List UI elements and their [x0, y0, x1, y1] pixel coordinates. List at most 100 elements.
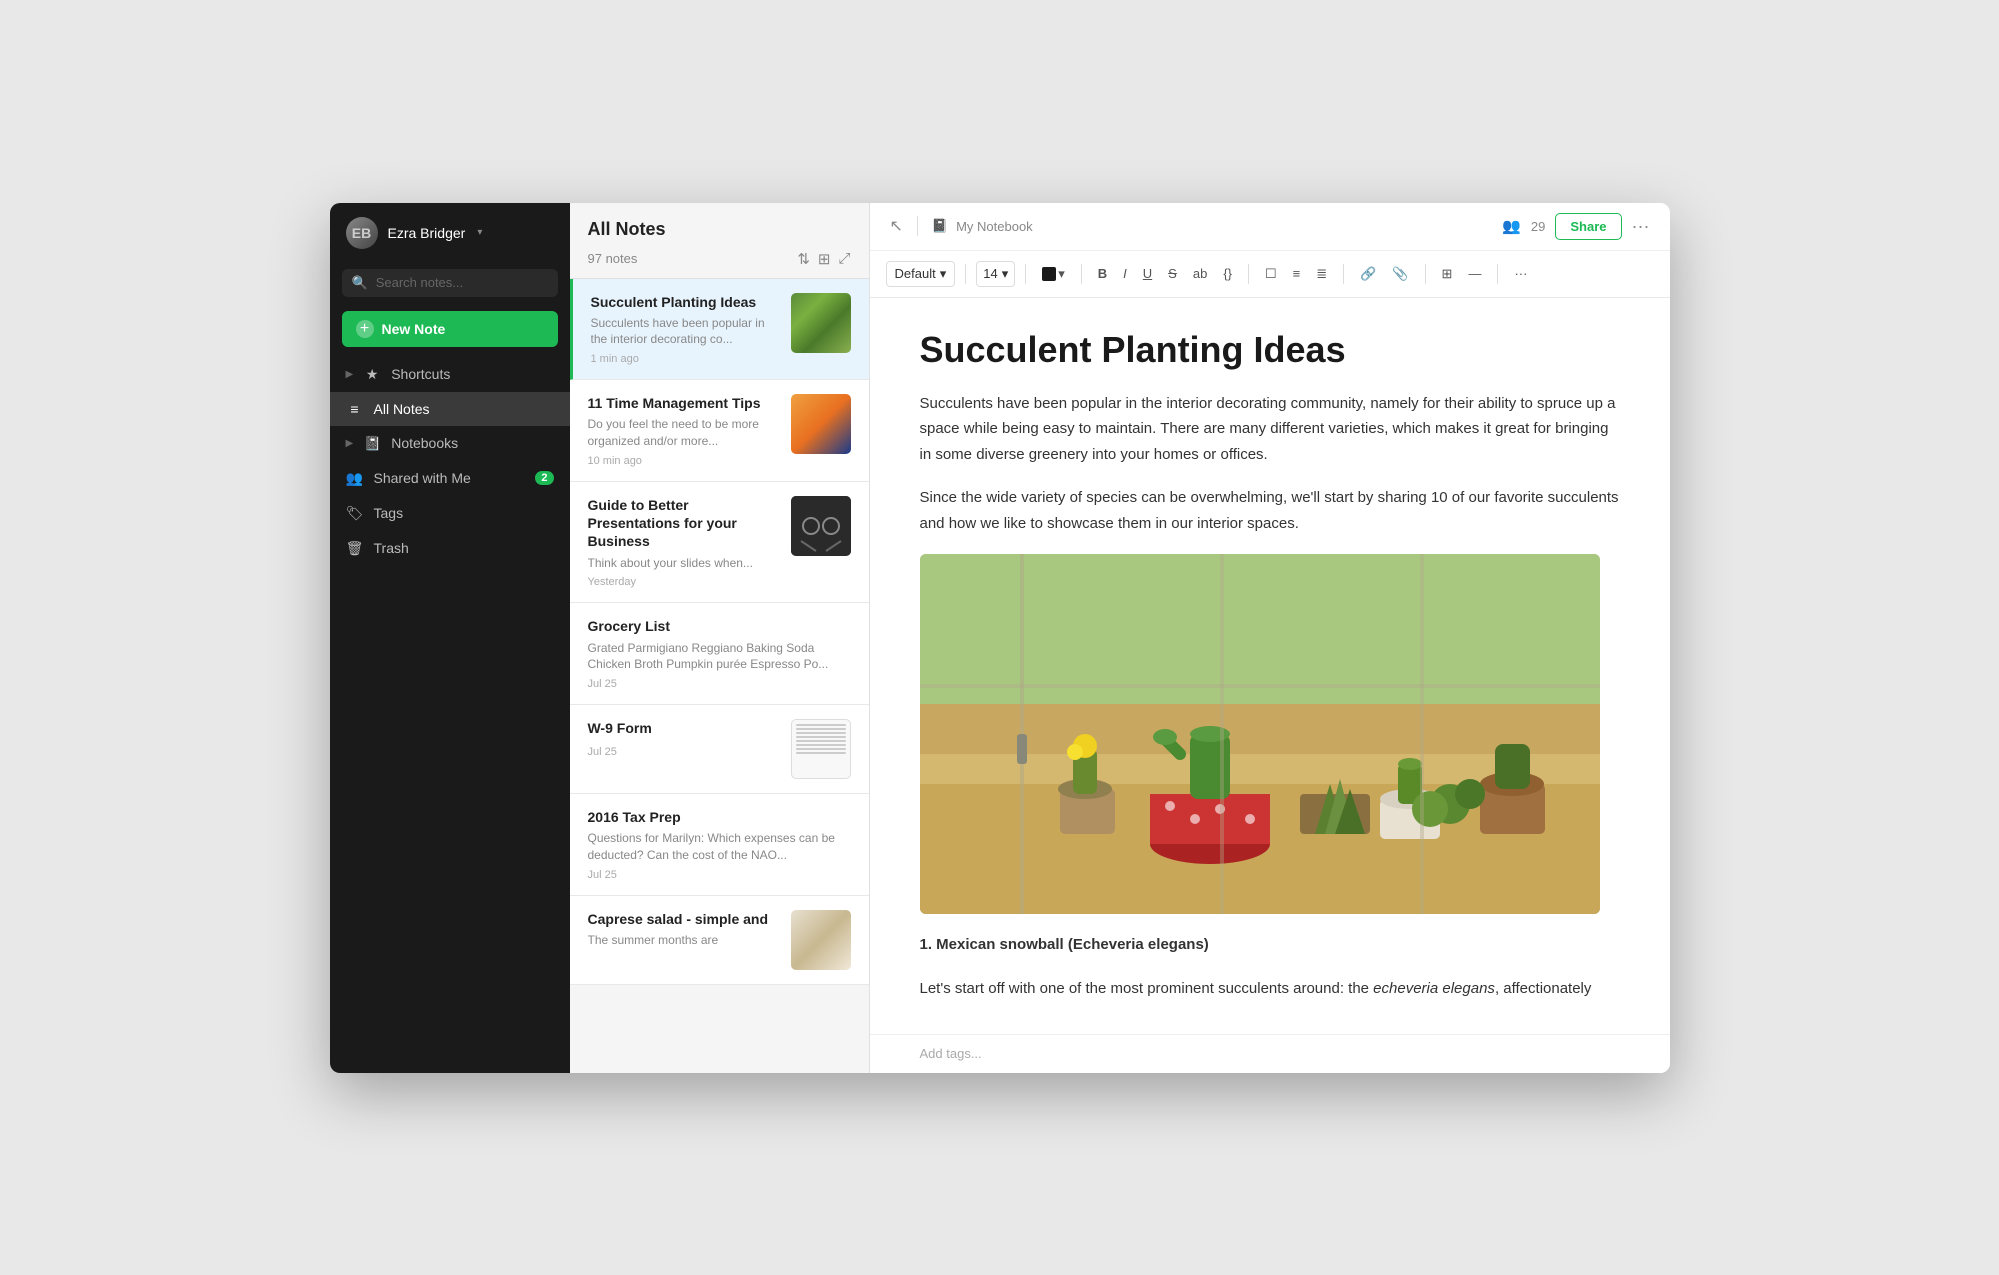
note-text: 11 Time Management Tips Do you feel the …: [588, 394, 779, 467]
highlight-button[interactable]: ab: [1187, 262, 1213, 285]
tags-bar[interactable]: Add tags...: [870, 1034, 1670, 1073]
collaborators-count: 29: [1531, 219, 1545, 234]
note-item[interactable]: W-9 Form Jul 25: [570, 705, 869, 794]
checkbox-button[interactable]: ☐: [1259, 262, 1283, 286]
sort-icon[interactable]: ⇅: [797, 250, 810, 268]
note-title: Grocery List: [588, 617, 851, 635]
sidebar-item-label: Tags: [374, 505, 554, 521]
notebook-name: My Notebook: [956, 219, 1033, 234]
sidebar-item-notebooks[interactable]: ▶ 📓 Notebooks: [330, 426, 570, 461]
notes-list-panel: All Notes 97 notes ⇅ ⊞ ⤢ Succulent Plant…: [570, 203, 870, 1073]
separator: [1425, 264, 1426, 284]
editor-content-area[interactable]: Succulent Planting Ideas Succulents have…: [870, 298, 1670, 1034]
separator: [1497, 264, 1498, 284]
notes-scroll-area[interactable]: Succulent Planting Ideas Succulents have…: [570, 279, 869, 1073]
expand-arrow-icon: ▶: [346, 438, 354, 449]
note-preview: Think about your slides when...: [588, 555, 779, 572]
note-thumbnail: [791, 719, 851, 779]
sidebar-item-label: Shared with Me: [374, 470, 526, 486]
document-paragraph-2: Since the wide variety of species can be…: [920, 485, 1620, 536]
note-title: 11 Time Management Tips: [588, 394, 779, 412]
code-button[interactable]: {}: [1217, 262, 1238, 285]
document-title: Succulent Planting Ideas: [920, 328, 1620, 371]
italic-button[interactable]: I: [1117, 262, 1133, 285]
note-time: Yesterday: [588, 576, 779, 588]
search-input[interactable]: [376, 275, 552, 290]
chevron-down-icon: ▾: [477, 227, 482, 238]
add-tags-input[interactable]: Add tags...: [920, 1046, 982, 1061]
note-item[interactable]: 2016 Tax Prep Questions for Marilyn: Whi…: [570, 794, 869, 896]
shared-icon: 👥: [346, 470, 364, 487]
list-item-italic: echeveria elegans: [1373, 980, 1495, 997]
plus-icon: +: [356, 320, 374, 338]
avatar: EB: [346, 217, 378, 249]
editor-panel: ↖ 📓 My Notebook 👥 29 Share ··· Default ▾…: [870, 203, 1670, 1073]
unordered-list-button[interactable]: ≡: [1287, 262, 1307, 285]
note-title: Caprese salad - simple and: [588, 910, 779, 928]
more-options-icon[interactable]: ···: [1632, 216, 1650, 237]
share-button[interactable]: Share: [1555, 213, 1621, 240]
notes-list-header: All Notes 97 notes ⇅ ⊞ ⤢: [570, 203, 869, 279]
back-icon[interactable]: ↖: [890, 216, 903, 236]
link-button[interactable]: 🔗: [1354, 262, 1382, 286]
color-swatch: [1042, 267, 1056, 281]
document-list-item-1: 1. Mexican snowball (Echeveria elegans): [920, 932, 1620, 958]
app-window: EB Ezra Bridger ▾ 🔍 + New Note ▶ ★ Short…: [330, 203, 1670, 1073]
notebook-info: ↖ 📓 My Notebook: [890, 216, 1033, 236]
strikethrough-button[interactable]: S: [1162, 262, 1183, 285]
user-name: Ezra Bridger: [388, 225, 466, 241]
document-paragraph-1: Succulents have been popular in the inte…: [920, 391, 1620, 468]
note-text: Guide to Better Presentations for your B…: [588, 496, 779, 588]
note-text: 2016 Tax Prep Questions for Marilyn: Whi…: [588, 808, 851, 881]
note-preview: Succulents have been popular in the inte…: [591, 315, 779, 349]
note-time: 10 min ago: [588, 455, 779, 467]
note-text: Succulent Planting Ideas Succulents have…: [591, 293, 779, 366]
tags-icon: 🏷: [346, 505, 364, 522]
note-text: Grocery List Grated Parmigiano Reggiano …: [588, 617, 851, 690]
attachment-button[interactable]: 📎: [1386, 262, 1414, 286]
note-time: Jul 25: [588, 869, 851, 881]
editor-actions: 👥 29 Share ···: [1502, 213, 1649, 240]
more-formats-button[interactable]: ···: [1508, 262, 1533, 285]
font-family-select[interactable]: Default ▾: [886, 261, 956, 287]
document-list-item-1-text: Let's start off with one of the most pro…: [920, 976, 1620, 1002]
notes-count: 97 notes: [588, 251, 638, 266]
editor-toolbar: Default ▾ 14 ▾ ▾ B I U S ab {} ☐ ≡ ≣: [870, 251, 1670, 298]
new-note-button[interactable]: + New Note: [342, 311, 558, 347]
view-toggle-icon[interactable]: ⊞: [818, 250, 831, 268]
note-item[interactable]: Guide to Better Presentations for your B…: [570, 482, 869, 603]
sidebar-item-shortcuts[interactable]: ▶ ★ Shortcuts: [330, 357, 570, 392]
sidebar-item-tags[interactable]: 🏷 Tags: [330, 496, 570, 531]
separator: [1248, 264, 1249, 284]
sidebar-item-label: Notebooks: [391, 435, 553, 451]
note-item[interactable]: 11 Time Management Tips Do you feel the …: [570, 380, 869, 482]
note-title: Succulent Planting Ideas: [591, 293, 779, 311]
note-thumbnail: [791, 293, 851, 353]
notes-list-title: All Notes: [588, 219, 851, 240]
underline-button[interactable]: U: [1137, 262, 1158, 285]
text-color-button[interactable]: ▾: [1036, 262, 1071, 286]
separator: [1081, 264, 1082, 284]
note-title: 2016 Tax Prep: [588, 808, 851, 826]
sidebar-item-label: Trash: [374, 540, 554, 556]
sidebar-item-trash[interactable]: 🗑 Trash: [330, 531, 570, 566]
bold-button[interactable]: B: [1092, 262, 1113, 285]
notes-toolbar: ⇅ ⊞ ⤢: [797, 250, 850, 268]
ordered-list-button[interactable]: ≣: [1310, 262, 1333, 286]
note-item[interactable]: Grocery List Grated Parmigiano Reggiano …: [570, 603, 869, 705]
sidebar-item-shared[interactable]: 👥 Shared with Me 2: [330, 461, 570, 496]
chevron-down-icon: ▾: [1002, 266, 1009, 282]
divider-button[interactable]: —: [1462, 262, 1487, 285]
note-item[interactable]: Caprese salad - simple and The summer mo…: [570, 896, 869, 985]
font-size-select[interactable]: 14 ▾: [976, 261, 1015, 287]
notebook-icon: 📓: [363, 435, 381, 452]
list-item-suffix: , affectionately: [1495, 980, 1591, 997]
search-bar[interactable]: 🔍: [342, 269, 558, 297]
sidebar-item-all-notes[interactable]: ≡ All Notes: [330, 392, 570, 426]
note-item[interactable]: Succulent Planting Ideas Succulents have…: [570, 279, 869, 381]
expand-icon[interactable]: ⤢: [838, 250, 850, 267]
sidebar-item-label: Shortcuts: [391, 366, 553, 382]
editor-nav-bar: ↖ 📓 My Notebook 👥 29 Share ···: [870, 203, 1670, 251]
table-button[interactable]: ⊞: [1436, 262, 1459, 286]
list-item-label: 1. Mexican snowball (Echeveria elegans): [920, 936, 1209, 953]
